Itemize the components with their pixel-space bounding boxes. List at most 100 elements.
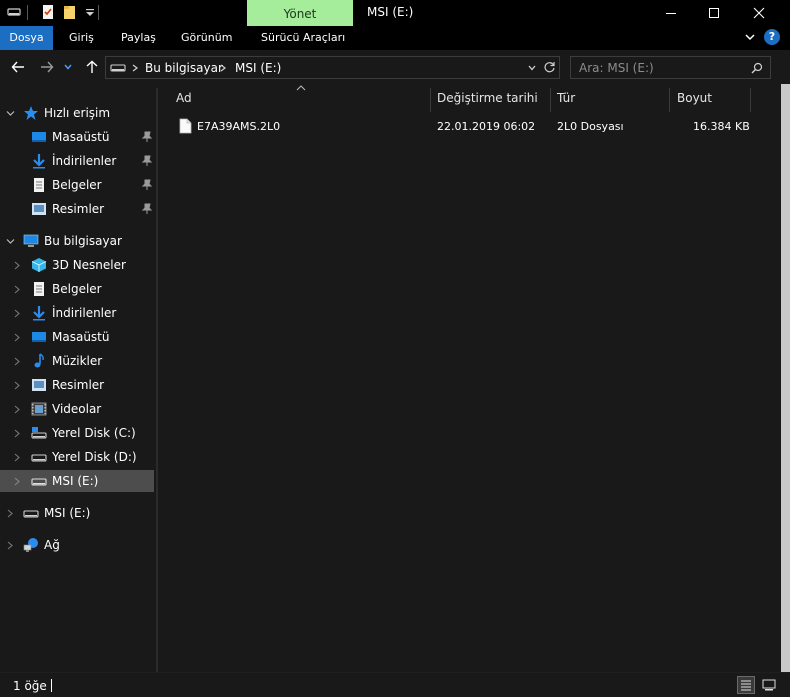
chevron-right-icon[interactable] xyxy=(12,476,22,486)
chevron-right-icon[interactable] xyxy=(12,380,22,390)
search-icon xyxy=(751,62,763,74)
help-icon[interactable]: ? xyxy=(764,29,780,45)
chevron-right-icon[interactable] xyxy=(12,356,22,366)
nav-local-disk-c[interactable]: Yerel Disk (C:) xyxy=(0,422,154,444)
nav-documents[interactable]: Belgeler xyxy=(0,278,154,300)
video-icon xyxy=(31,402,47,416)
chevron-down-icon[interactable] xyxy=(5,108,15,118)
search-input[interactable]: Ara: MSI (E:) xyxy=(570,56,771,79)
new-folder-icon[interactable] xyxy=(62,4,78,20)
tab-view[interactable]: Görünüm xyxy=(181,26,232,50)
drive-icon[interactable] xyxy=(6,4,22,20)
column-header-type[interactable]: Tür xyxy=(557,88,667,110)
chevron-down-icon[interactable] xyxy=(5,236,15,246)
tab-file[interactable]: Dosya xyxy=(0,26,53,50)
customize-toolbar-icon[interactable] xyxy=(82,4,98,20)
nav-pictures[interactable]: Resimler xyxy=(0,374,154,396)
chevron-right-icon[interactable] xyxy=(131,64,139,72)
nav-this-pc[interactable]: Bu bilgisayar xyxy=(0,230,154,252)
nav-msi-drive[interactable]: MSI (E:) xyxy=(0,502,154,524)
nav-videos[interactable]: Videolar xyxy=(0,398,154,420)
nav-quick-documents[interactable]: Belgeler xyxy=(0,174,154,196)
minimize-icon xyxy=(666,13,676,14)
back-button[interactable] xyxy=(9,58,27,76)
pin-icon[interactable] xyxy=(141,131,153,143)
nav-downloads[interactable]: İndirilenler xyxy=(0,302,154,324)
column-separator[interactable] xyxy=(430,88,431,112)
close-icon xyxy=(753,7,765,19)
download-icon xyxy=(33,306,45,321)
chevron-right-icon[interactable] xyxy=(12,260,22,270)
music-note-icon xyxy=(34,353,44,368)
nav-label: Resimler xyxy=(52,202,105,216)
chevron-right-icon[interactable] xyxy=(12,452,22,462)
chevron-right-icon[interactable] xyxy=(12,404,22,414)
nav-label: MSI (E:) xyxy=(44,506,91,520)
title-bar: Yönet MSI (E:) xyxy=(0,0,790,26)
chevron-right-icon[interactable] xyxy=(5,540,15,550)
file-modified: 22.01.2019 06:02 xyxy=(437,120,536,133)
system-drive-icon xyxy=(31,427,47,439)
chevron-right-icon[interactable] xyxy=(12,332,22,342)
nav-label: Resimler xyxy=(52,378,105,392)
column-separator[interactable] xyxy=(669,88,670,112)
pictures-icon xyxy=(32,379,46,391)
column-separator[interactable] xyxy=(750,88,751,112)
address-bar[interactable]: Bu bilgisayar MSI (E:) xyxy=(105,56,560,79)
nav-music[interactable]: Müzikler xyxy=(0,350,154,372)
up-button[interactable] xyxy=(83,58,101,76)
breadcrumb-this-pc[interactable]: Bu bilgisayar xyxy=(145,61,223,75)
file-name[interactable]: E7A39AMS.2L0 xyxy=(197,120,280,133)
column-header-modified[interactable]: Değiştirme tarihi xyxy=(437,88,549,110)
nav-quick-desktop[interactable]: Masaüstü xyxy=(0,126,154,148)
drive-icon xyxy=(110,64,126,72)
nav-label: İndirilenler xyxy=(52,154,117,168)
item-count: 1 öğe xyxy=(13,679,47,693)
nav-3d-objects[interactable]: 3D Nesneler xyxy=(0,254,154,276)
nav-network[interactable]: Ağ xyxy=(0,534,154,556)
tab-share[interactable]: Paylaş xyxy=(121,26,156,50)
breadcrumb-drive[interactable]: MSI (E:) xyxy=(235,61,281,75)
chevron-right-icon[interactable] xyxy=(5,508,15,518)
status-bar: 1 öğe xyxy=(0,672,790,697)
maximize-button[interactable] xyxy=(691,0,737,26)
nav-desktop[interactable]: Masaüstü xyxy=(0,326,154,348)
nav-label: Masaüstü xyxy=(52,130,110,144)
details-view-icon[interactable] xyxy=(737,676,755,694)
star-icon xyxy=(24,106,38,120)
tab-drive-tools[interactable]: Sürücü Araçları xyxy=(261,26,345,50)
nav-local-disk-d[interactable]: Yerel Disk (D:) xyxy=(0,446,154,468)
pin-icon[interactable] xyxy=(141,155,153,167)
column-header-size[interactable]: Boyut xyxy=(677,88,747,110)
chevron-right-icon[interactable] xyxy=(12,284,22,294)
desktop-icon xyxy=(32,132,46,142)
chevron-right-icon[interactable] xyxy=(12,428,22,438)
nav-quick-access[interactable]: Hızlı erişim xyxy=(0,102,154,124)
minimize-button[interactable] xyxy=(648,0,694,26)
chevron-right-icon[interactable] xyxy=(12,308,22,318)
tab-home[interactable]: Giriş xyxy=(69,26,94,50)
maximize-icon xyxy=(709,8,719,18)
scrollbar-track[interactable] xyxy=(781,84,790,672)
recent-locations-button[interactable] xyxy=(62,58,74,76)
column-separator[interactable] xyxy=(550,88,551,112)
arrow-left-icon xyxy=(11,61,24,73)
manage-context-tab[interactable]: Yönet xyxy=(247,0,353,26)
nav-label: İndirilenler xyxy=(52,306,117,320)
nav-msi-drive-selected[interactable]: MSI (E:) xyxy=(0,470,154,492)
forward-button[interactable] xyxy=(38,58,56,76)
chevron-down-icon[interactable] xyxy=(527,63,537,73)
column-header-name[interactable]: Ad xyxy=(176,88,426,110)
refresh-icon[interactable] xyxy=(543,61,556,74)
expand-ribbon-icon[interactable] xyxy=(744,31,756,43)
large-icons-view-icon[interactable] xyxy=(760,676,778,694)
pin-icon[interactable] xyxy=(141,203,153,215)
nav-label: Belgeler xyxy=(52,282,102,296)
close-button[interactable] xyxy=(736,0,782,26)
properties-icon[interactable] xyxy=(40,4,56,20)
nav-quick-pictures[interactable]: Resimler xyxy=(0,198,154,220)
pin-icon[interactable] xyxy=(141,179,153,191)
network-icon xyxy=(23,538,38,552)
nav-quick-downloads[interactable]: İndirilenler xyxy=(0,150,154,172)
chevron-right-icon[interactable] xyxy=(219,64,227,72)
